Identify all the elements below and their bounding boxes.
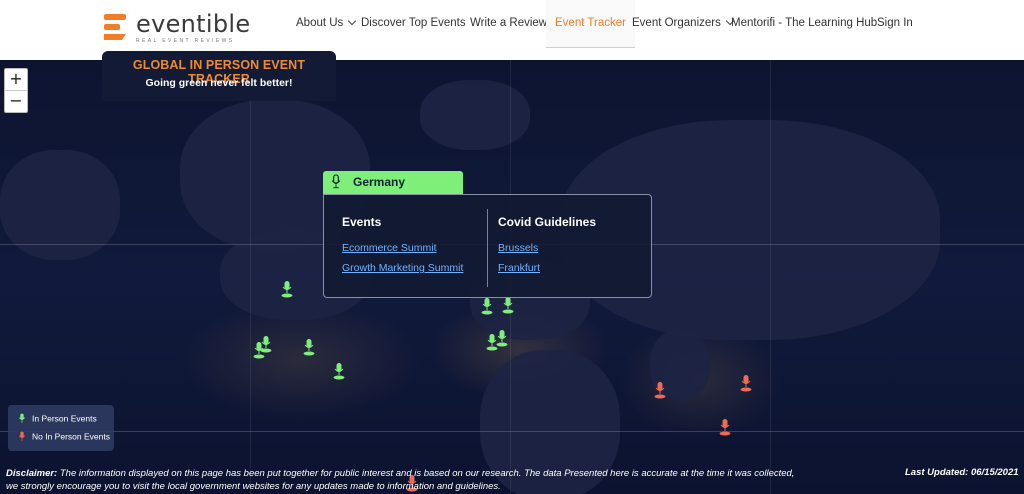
- event-link[interactable]: Growth Marketing Summit: [342, 262, 463, 274]
- chevron-down-icon: [348, 16, 357, 26]
- nav-discover-top-events[interactable]: Discover Top Events: [361, 0, 466, 47]
- nav-sign-in[interactable]: Sign In: [877, 0, 913, 47]
- nav-sign-in-label: Sign In: [877, 17, 913, 29]
- disclaimer-label: Disclaimer:: [6, 468, 58, 479]
- eventible-logo[interactable]: eventible REAL EVENT REVIEWS: [100, 10, 250, 48]
- longitude-line: [770, 60, 771, 494]
- legend-no-in-person-label: No In Person Events: [32, 431, 110, 442]
- nav-write-a-review[interactable]: Write a Review: [470, 0, 547, 47]
- no-in-person-pin-icon[interactable]: [740, 374, 752, 392]
- popup-country-header: Germany: [323, 171, 463, 194]
- events-heading: Events: [342, 215, 382, 229]
- in-person-pin-icon[interactable]: [281, 280, 293, 298]
- in-person-pin-icon[interactable]: [496, 329, 508, 347]
- zoom-out-button[interactable]: −: [5, 91, 27, 112]
- country-popup: Events Ecommerce Summit Growth Marketing…: [323, 194, 652, 298]
- land-greenland: [420, 80, 530, 150]
- nav-event-tracker-label: Event Tracker: [555, 17, 626, 29]
- in-person-legend-icon: [18, 413, 26, 423]
- nav-write-review-label: Write a Review: [470, 17, 548, 29]
- tracker-title-box: GLOBAL IN PERSON EVENT TRACKER Going gre…: [102, 51, 336, 101]
- longitude-line: [250, 60, 251, 494]
- last-updated: Last Updated: 06/15/2021: [905, 467, 1019, 478]
- in-person-pin-icon[interactable]: [253, 341, 265, 359]
- tracker-subtitle: Going green never felt better!: [145, 77, 293, 89]
- disclaimer-text: The information displayed on this page h…: [6, 468, 795, 492]
- logo-icon: [104, 14, 126, 40]
- nav-mentorifi[interactable]: Mentorifi - The Learning Hub: [731, 0, 877, 47]
- latitude-line: [0, 431, 1024, 432]
- in-person-pin-icon[interactable]: [481, 297, 493, 315]
- map-legend: In Person Events No In Person Events: [8, 405, 114, 451]
- guideline-link[interactable]: Brussels: [498, 242, 538, 254]
- microphone-icon: [331, 174, 341, 189]
- legend-in-person: In Person Events: [18, 413, 97, 425]
- nav-mentorifi-label: Mentorifi - The Learning Hub: [731, 17, 878, 29]
- logo-text: eventible: [136, 10, 251, 38]
- nav-event-organizers-label: Event Organizers: [632, 17, 721, 29]
- nav-event-tracker[interactable]: Event Tracker: [546, 0, 635, 48]
- zoom-control: + −: [4, 68, 28, 113]
- nav-about-us[interactable]: About Us: [296, 0, 357, 47]
- legend-no-in-person: No In Person Events: [18, 431, 110, 443]
- in-person-pin-icon[interactable]: [333, 362, 345, 380]
- in-person-pin-icon[interactable]: [502, 296, 514, 314]
- nav-discover-label: Discover Top Events: [361, 17, 466, 29]
- popup-divider: [487, 209, 488, 287]
- logo-tagline: REAL EVENT REVIEWS: [136, 38, 235, 44]
- event-link[interactable]: Ecommerce Summit: [342, 242, 437, 254]
- covid-guidelines-heading: Covid Guidelines: [498, 215, 597, 229]
- nav-about-us-label: About Us: [296, 17, 344, 29]
- guideline-link[interactable]: Frankfurt: [498, 262, 540, 274]
- no-in-person-pin-icon[interactable]: [654, 381, 666, 399]
- zoom-in-button[interactable]: +: [5, 69, 27, 91]
- legend-in-person-label: In Person Events: [32, 413, 97, 424]
- no-in-person-pin-icon[interactable]: [719, 418, 731, 436]
- in-person-pin-icon[interactable]: [303, 338, 315, 356]
- disclaimer: Disclaimer: The information displayed on…: [6, 467, 806, 493]
- popup-country-name: Germany: [353, 175, 406, 189]
- nav-event-organizers[interactable]: Event Organizers: [632, 0, 735, 47]
- no-in-person-legend-icon: [18, 431, 26, 441]
